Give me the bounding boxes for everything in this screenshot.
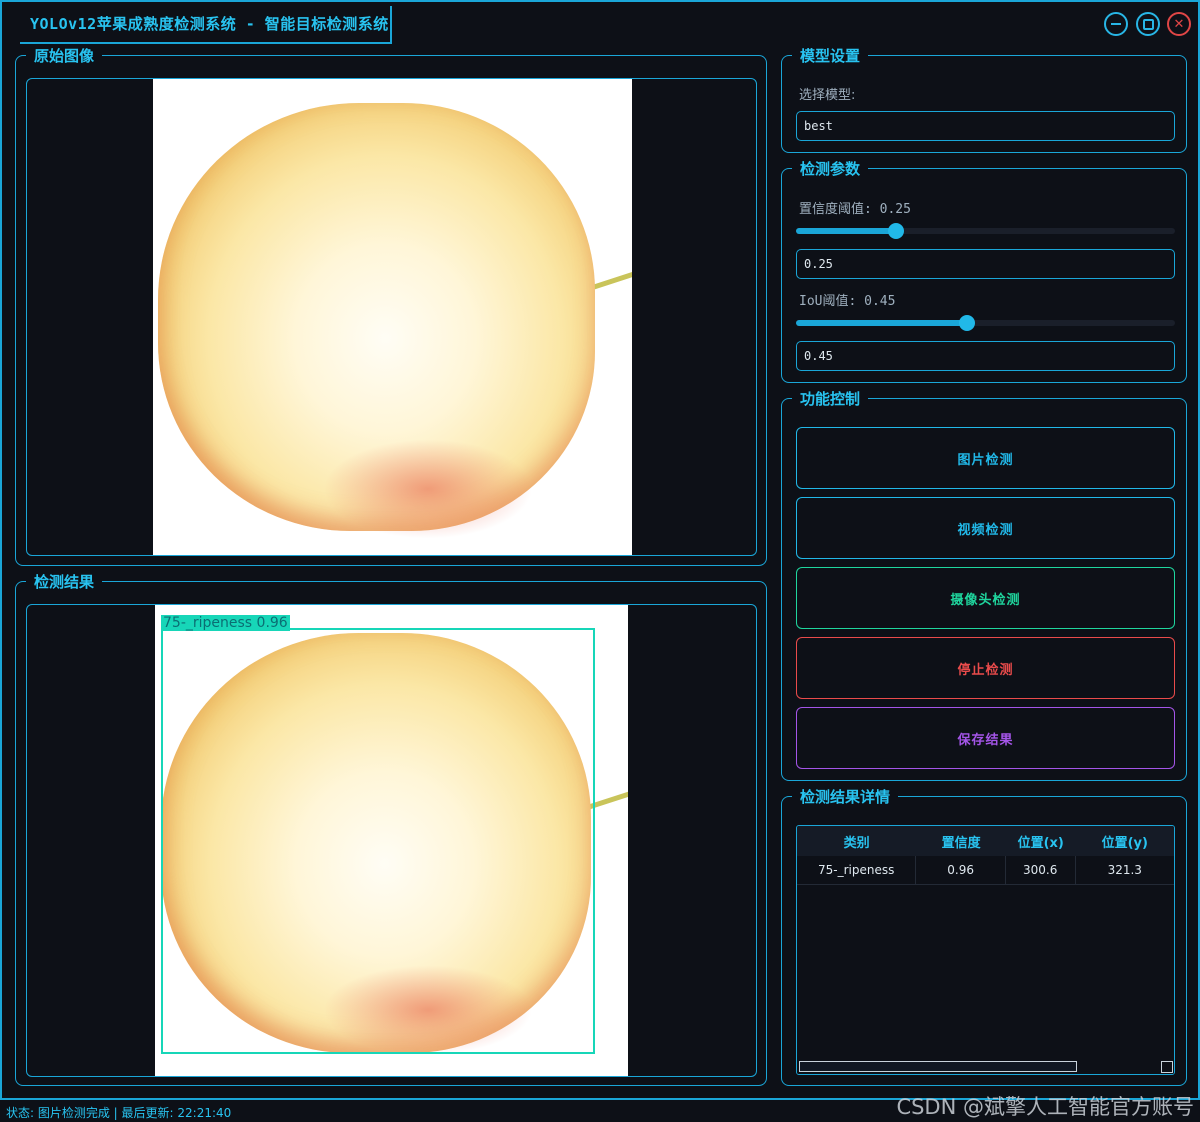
result-image-group: 检测结果 75-_ripeness 0.96: [15, 572, 767, 1086]
original-image-frame: [26, 78, 757, 556]
confidence-slider-handle[interactable]: [888, 223, 904, 239]
status-bar: 状态: 图片检测完成 | 最后更新: 22:21:40 CSDN @斌擎人工智能…: [0, 1095, 1200, 1122]
save-results-button[interactable]: 保存结果: [796, 707, 1175, 769]
column-header-confidence[interactable]: 置信度: [916, 826, 1006, 856]
title-underline: [20, 42, 392, 44]
model-settings-group: 模型设置 选择模型: best: [781, 46, 1187, 153]
image-detect-button[interactable]: 图片检测: [796, 427, 1175, 489]
window-title: YOLOv12苹果成熟度检测系统 - 智能目标检测系统: [30, 15, 389, 33]
confidence-input[interactable]: 0.25: [796, 249, 1175, 279]
iou-threshold-label: IoU阈值: 0.45: [799, 294, 896, 309]
minimize-button[interactable]: [1104, 12, 1128, 36]
scrollbar-thumb[interactable]: [799, 1061, 1077, 1072]
watermark: CSDN @斌擎人工智能官方账号: [896, 1095, 1194, 1119]
result-image-frame: 75-_ripeness 0.96: [26, 604, 757, 1077]
model-select[interactable]: best: [796, 111, 1175, 141]
detection-bounding-box: [161, 628, 595, 1054]
cell-confidence: 0.96: [916, 856, 1006, 884]
confidence-threshold-label: 置信度阈值: 0.25: [799, 202, 911, 217]
results-detail-title: 检测结果详情: [792, 787, 899, 807]
detect-params-title: 检测参数: [792, 159, 869, 179]
table-row[interactable]: 75-_ripeness 0.96 300.6 321.3: [797, 856, 1174, 885]
column-header-y[interactable]: 位置(y): [1076, 826, 1174, 856]
minimize-icon: [1111, 23, 1121, 25]
close-icon: ✕: [1173, 16, 1185, 32]
result-apple-image: 75-_ripeness 0.96: [155, 605, 628, 1076]
iou-slider-fill: [796, 320, 967, 326]
column-header-x[interactable]: 位置(x): [1006, 826, 1076, 856]
detect-params-group: 检测参数 置信度阈值: 0.25 0.25 IoU阈值: 0.45 0.45: [781, 159, 1187, 383]
function-control-group: 功能控制 图片检测 视频检测 摄像头检测 停止检测 保存结果: [781, 389, 1187, 781]
table-header: 类别 置信度 位置(x) 位置(y): [797, 826, 1174, 856]
original-image-group: 原始图像: [15, 46, 767, 566]
title-divider: [390, 6, 392, 44]
iou-input[interactable]: 0.45: [796, 341, 1175, 371]
function-control-title: 功能控制: [792, 389, 869, 409]
column-header-class[interactable]: 类别: [797, 826, 916, 856]
app-window: YOLOv12苹果成熟度检测系统 - 智能目标检测系统 ✕ 原始图像 检测结果: [0, 0, 1200, 1100]
video-detect-button[interactable]: 视频检测: [796, 497, 1175, 559]
results-detail-group: 检测结果详情 类别 置信度 位置(x) 位置(y) 75-_ripeness 0…: [781, 787, 1187, 1086]
camera-detect-button[interactable]: 摄像头检测: [796, 567, 1175, 629]
confidence-slider[interactable]: [796, 223, 1175, 239]
apple-blush: [323, 439, 533, 539]
detection-label: 75-_ripeness 0.96: [161, 615, 290, 631]
cell-y: 321.3: [1107, 863, 1142, 877]
status-text: 状态: 图片检测完成 | 最后更新: 22:21:40: [6, 1106, 232, 1120]
iou-slider[interactable]: [796, 315, 1175, 331]
maximize-button[interactable]: [1136, 12, 1160, 36]
original-image-title: 原始图像: [26, 46, 103, 66]
maximize-icon: [1142, 18, 1154, 30]
horizontal-scrollbar[interactable]: [797, 1060, 1174, 1074]
cell-x: 300.6: [1006, 856, 1076, 884]
select-model-label: 选择模型:: [799, 88, 856, 103]
original-apple-image: [153, 79, 632, 555]
cell-class: 75-_ripeness: [797, 856, 917, 884]
stop-detect-button[interactable]: 停止检测: [796, 637, 1175, 699]
close-button[interactable]: ✕: [1167, 12, 1191, 36]
confidence-slider-fill: [796, 228, 896, 234]
model-settings-title: 模型设置: [792, 46, 869, 66]
result-image-title: 检测结果: [26, 572, 103, 592]
title-bar: YOLOv12苹果成熟度检测系统 - 智能目标检测系统 ✕: [2, 2, 1198, 46]
scroll-corner: [1161, 1061, 1173, 1073]
results-table: 类别 置信度 位置(x) 位置(y) 75-_ripeness 0.96 300…: [796, 825, 1175, 1075]
iou-slider-handle[interactable]: [959, 315, 975, 331]
